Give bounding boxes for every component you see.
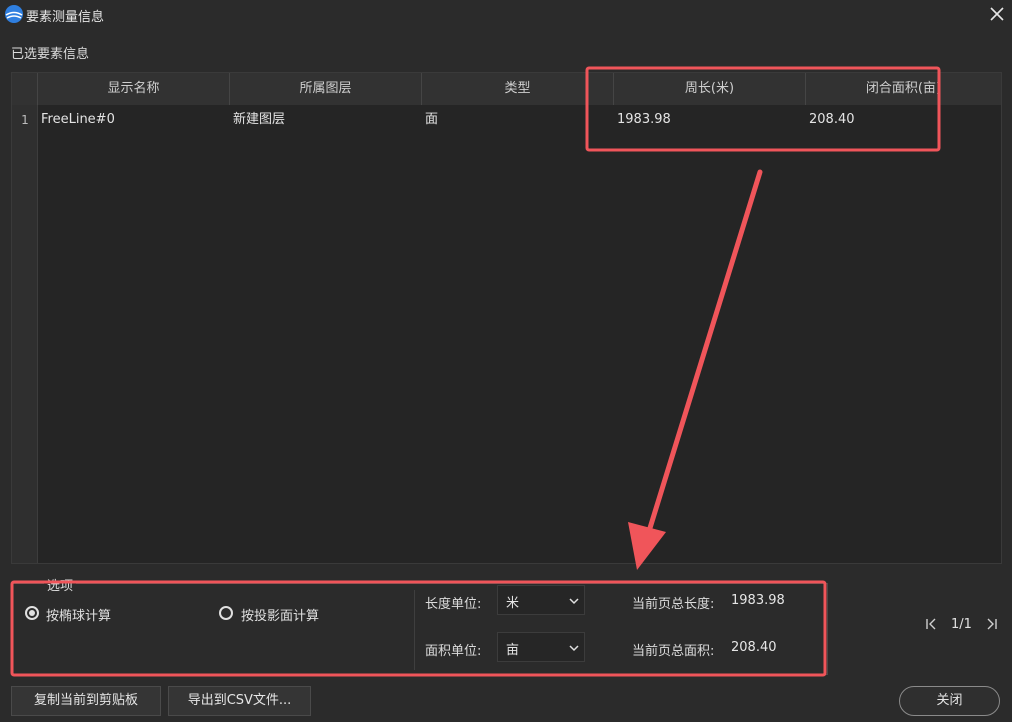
area-unit-select[interactable]: 亩 [497, 632, 585, 662]
total-area-value: 208.40 [731, 640, 777, 655]
row-number[interactable]: 1 [12, 105, 38, 135]
row-header-column [12, 105, 38, 563]
cell-perimeter[interactable]: 1983.98 [614, 105, 806, 135]
cell-type[interactable]: 面 [422, 105, 614, 135]
chevron-down-icon [569, 598, 579, 605]
page-indicator: 1/1 [951, 617, 972, 632]
radio-ellipsoid[interactable] [25, 606, 39, 620]
length-unit-value: 米 [506, 596, 520, 611]
first-page-icon[interactable] [924, 616, 938, 632]
selected-features-label: 已选要素信息 [11, 47, 90, 62]
close-button[interactable]: 关闭 [899, 686, 1000, 716]
column-header-area[interactable]: 闭合面积(亩) [806, 73, 1001, 105]
table-header: 显示名称 所属图层 类型 周长(米) 闭合面积(亩) [12, 73, 1001, 105]
total-area-label: 当前页总面积: [632, 644, 715, 659]
total-length-value: 1983.98 [731, 593, 785, 608]
export-csv-button[interactable]: 导出到CSV文件... [168, 686, 311, 716]
column-header-layer[interactable]: 所属图层 [230, 73, 422, 105]
column-header-type[interactable]: 类型 [422, 73, 614, 105]
cell-area[interactable]: 208.40 [806, 105, 1001, 135]
cell-display-name[interactable]: FreeLine#0 [38, 105, 230, 135]
cell-layer[interactable]: 新建图层 [230, 105, 422, 135]
table-corner[interactable] [12, 73, 38, 105]
options-divider [414, 590, 415, 670]
radio-projection-label[interactable]: 按投影面计算 [241, 605, 319, 624]
options-legend: 选项 [44, 575, 77, 594]
next-page-icon[interactable] [985, 616, 999, 632]
length-unit-select[interactable]: 米 [497, 585, 585, 615]
features-table: 显示名称 所属图层 类型 周长(米) 闭合面积(亩) 1 FreeLine#0 … [11, 72, 1002, 564]
column-header-perimeter[interactable]: 周长(米) [614, 73, 806, 105]
table-row[interactable]: 1 FreeLine#0 新建图层 面 1983.98 208.40 [12, 105, 1001, 135]
area-unit-value: 亩 [506, 643, 520, 658]
area-unit-label: 面积单位: [425, 644, 482, 659]
title-bar: 要素测量信息 [0, 0, 1012, 28]
length-unit-label: 长度单位: [425, 597, 482, 612]
app-logo-icon [5, 5, 23, 23]
radio-projection[interactable] [219, 606, 233, 620]
radio-ellipsoid-label[interactable]: 按椭球计算 [46, 605, 111, 624]
column-header-display-name[interactable]: 显示名称 [38, 73, 230, 105]
copy-to-clipboard-button[interactable]: 复制当前到剪贴板 [11, 686, 161, 716]
close-icon[interactable] [986, 3, 1008, 25]
window-title: 要素测量信息 [26, 10, 105, 25]
total-length-label: 当前页总长度: [632, 597, 715, 612]
chevron-down-icon [569, 645, 579, 652]
